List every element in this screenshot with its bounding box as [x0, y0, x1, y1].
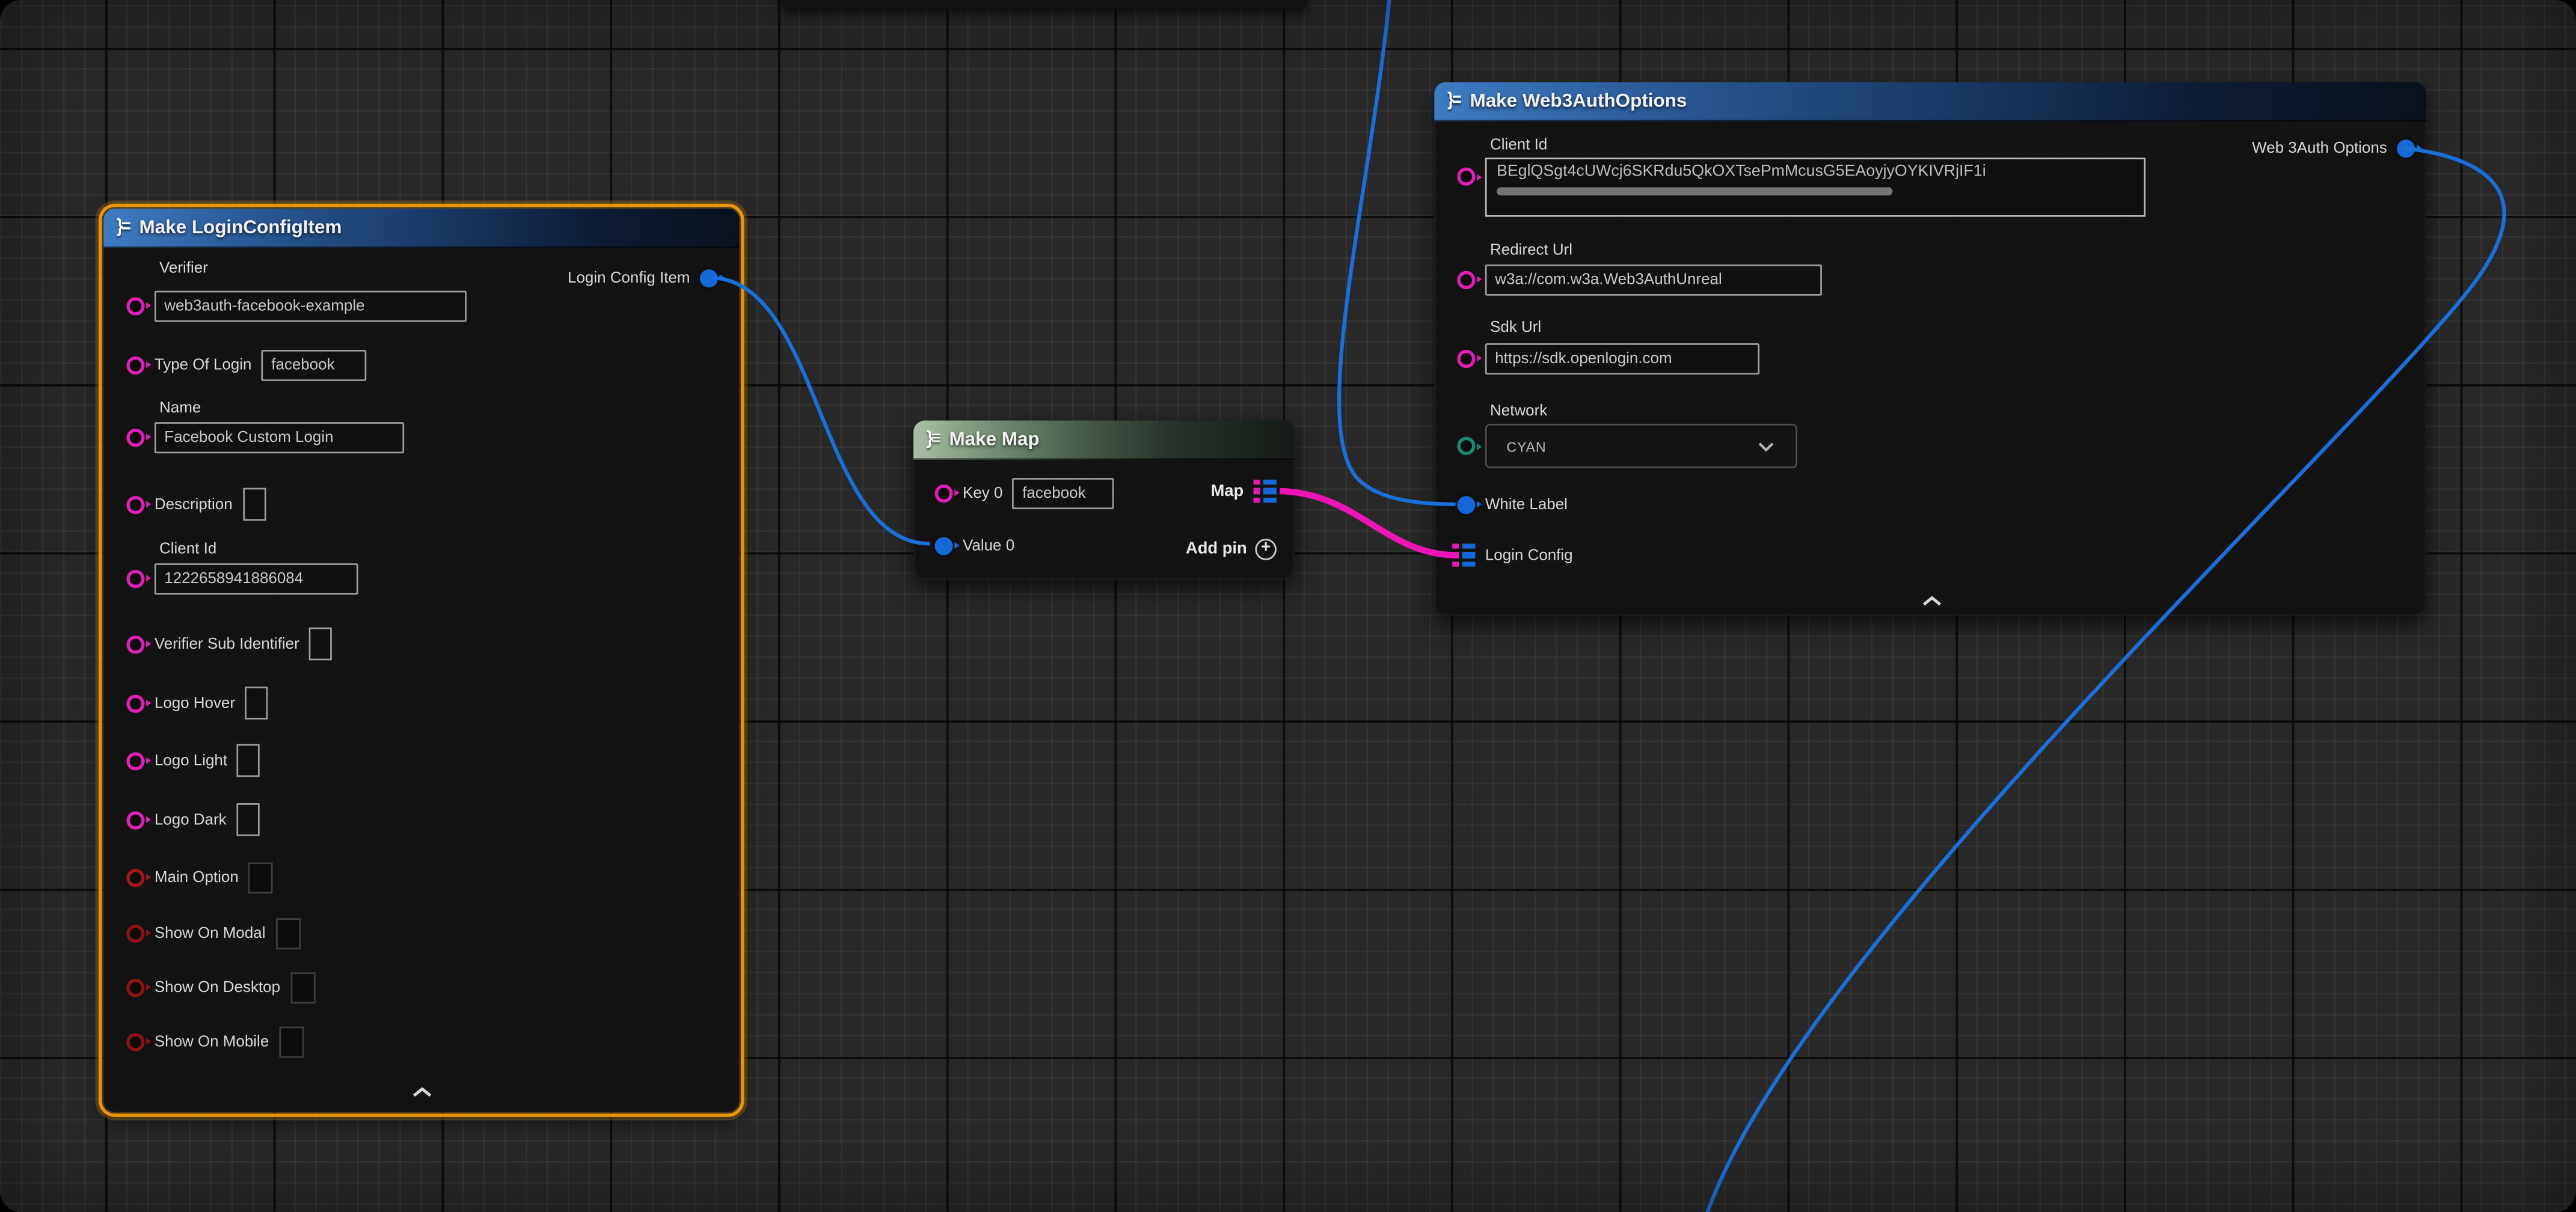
input-pin-logo-hover[interactable]: [126, 694, 144, 712]
node-make-web3authoptions[interactable]: }= Make Web3AuthOptions Web 3Auth Option…: [1434, 82, 2426, 616]
make-struct-icon: }=: [1447, 91, 1460, 110]
sdk-url-field[interactable]: [1485, 343, 1759, 374]
pin-label-show-on-desktop: Show On Desktop: [155, 978, 280, 996]
input-pin-show-on-mobile[interactable]: [126, 1032, 144, 1050]
output-row-login-config-item: Login Config Item: [568, 261, 718, 294]
client-id-field[interactable]: [155, 563, 358, 594]
pin-label-client-id: Client Id: [1490, 136, 1547, 155]
output-pin-login-config-item[interactable]: [700, 269, 718, 287]
input-pin-network[interactable]: [1457, 437, 1475, 455]
node-title: Make Map: [949, 429, 1039, 449]
pin-label-type-of-login: Type Of Login: [155, 356, 252, 374]
pin-label-sdk-url: Sdk Url: [1490, 319, 1541, 337]
logo-dark-field[interactable]: [236, 803, 259, 836]
name-field[interactable]: [155, 421, 404, 453]
client-id-field[interactable]: BEglQSgt4cUWcj6SKRdu5QkOXTsePmMcusG5EAoy…: [1485, 158, 2145, 216]
verifier-field[interactable]: [155, 290, 467, 321]
collapse-chevron-icon[interactable]: [1922, 585, 1942, 614]
input-pin-redirect-url[interactable]: [1457, 270, 1475, 288]
chevron-down-icon: [1758, 441, 1774, 451]
input-pin-white-label[interactable]: [1457, 495, 1475, 513]
pin-label-key0: Key 0: [963, 484, 1002, 502]
pin-label-logo-hover: Logo Hover: [155, 694, 235, 712]
input-pin-login-config[interactable]: [1452, 543, 1475, 568]
wire-loginconfigitem-to-value0[interactable]: [711, 278, 930, 544]
input-pin-type-of-login[interactable]: [126, 356, 144, 374]
pin-label-show-on-modal: Show On Modal: [155, 924, 266, 942]
node-header[interactable]: }= Make LoginConfigItem: [103, 209, 739, 248]
verifier-sub-identifier-field[interactable]: [309, 628, 332, 661]
output-pin-web3auth-options[interactable]: [2397, 139, 2415, 157]
pin-label-name: Name: [159, 399, 201, 417]
show-on-desktop-checkbox[interactable]: [290, 972, 314, 1003]
node-make-map[interactable]: }≡ Make Map Key 0 Map Value 0 Add pin: [913, 420, 1295, 580]
logo-hover-field[interactable]: [245, 687, 268, 720]
pin-label-client-id: Client Id: [159, 540, 216, 559]
pin-label-verifier-sub-identifier: Verifier Sub Identifier: [155, 635, 299, 653]
input-pin-client-id[interactable]: [1457, 168, 1475, 186]
input-pin-main-option[interactable]: [126, 868, 144, 886]
node-title: Make LoginConfigItem: [140, 218, 342, 237]
output-pin-label: Login Config Item: [568, 269, 690, 287]
input-pin-name[interactable]: [126, 428, 144, 446]
pin-label-logo-light: Logo Light: [155, 751, 227, 770]
pin-label-login-config: Login Config: [1485, 546, 1573, 564]
pin-label-white-label: White Label: [1485, 495, 1568, 513]
output-pin-label: Web 3Auth Options: [2252, 139, 2387, 157]
network-dropdown[interactable]: CYAN: [1485, 424, 1797, 468]
node-make-loginconfigitem[interactable]: }= Make LoginConfigItem Login Config Ite…: [103, 209, 739, 1112]
show-on-modal-checkbox[interactable]: [275, 917, 300, 949]
show-on-mobile-checkbox[interactable]: [279, 1026, 304, 1057]
make-struct-icon: }=: [117, 218, 129, 237]
pin-label-redirect-url: Redirect Url: [1490, 242, 1572, 260]
description-field[interactable]: [242, 488, 265, 521]
input-pin-verifier-sub-identifier[interactable]: [126, 635, 144, 653]
offscreen-node-partial[interactable]: [782, 0, 1307, 10]
plus-circle-icon: +: [1255, 538, 1277, 560]
add-pin-label: Add pin: [1186, 540, 1247, 558]
type-of-login-field[interactable]: [262, 349, 367, 381]
output-pin-map[interactable]: [1254, 479, 1277, 503]
input-pin-value0[interactable]: [935, 536, 953, 554]
input-pin-sdk-url[interactable]: [1457, 349, 1475, 367]
pin-label-verifier: Verifier: [159, 260, 208, 278]
add-pin-button[interactable]: Add pin +: [1186, 532, 1277, 565]
output-pin-label: Map: [1211, 482, 1244, 500]
blueprint-graph-canvas[interactable]: }= Make LoginConfigItem Login Config Ite…: [0, 0, 2576, 1212]
field-horizontal-scrollbar[interactable]: [1497, 187, 2134, 195]
pin-label-network: Network: [1490, 402, 1547, 420]
collapse-chevron-icon[interactable]: [412, 1076, 432, 1106]
pin-label-description: Description: [155, 495, 233, 513]
network-selected-value: CYAN: [1506, 438, 1546, 454]
redirect-url-field[interactable]: [1485, 264, 1822, 295]
input-pin-client-id[interactable]: [126, 569, 144, 587]
pin-label-value0: Value 0: [963, 536, 1014, 554]
input-pin-logo-light[interactable]: [126, 751, 144, 770]
pin-label-main-option: Main Option: [155, 868, 239, 886]
key0-field[interactable]: [1013, 477, 1114, 509]
input-pin-show-on-desktop[interactable]: [126, 978, 144, 996]
pin-label-show-on-mobile: Show On Mobile: [155, 1032, 269, 1050]
input-pin-description[interactable]: [126, 495, 144, 513]
input-pin-logo-dark[interactable]: [126, 810, 144, 828]
logo-light-field[interactable]: [237, 744, 260, 777]
input-pin-key0[interactable]: [935, 484, 953, 502]
node-title: Make Web3AuthOptions: [1470, 91, 1687, 111]
wire-map-to-loginconfig[interactable]: [1280, 491, 1454, 556]
client-id-text: BEglQSgt4cUWcj6SKRdu5QkOXTsePmMcusG5EAoy…: [1497, 162, 2134, 180]
node-header[interactable]: }≡ Make Map: [913, 420, 1295, 460]
node-header[interactable]: }= Make Web3AuthOptions: [1434, 82, 2426, 122]
main-option-checkbox[interactable]: [248, 862, 273, 893]
input-pin-verifier[interactable]: [126, 296, 144, 314]
input-pin-show-on-modal[interactable]: [126, 924, 144, 942]
make-map-icon: }≡: [927, 430, 939, 448]
pin-label-logo-dark: Logo Dark: [155, 810, 227, 828]
